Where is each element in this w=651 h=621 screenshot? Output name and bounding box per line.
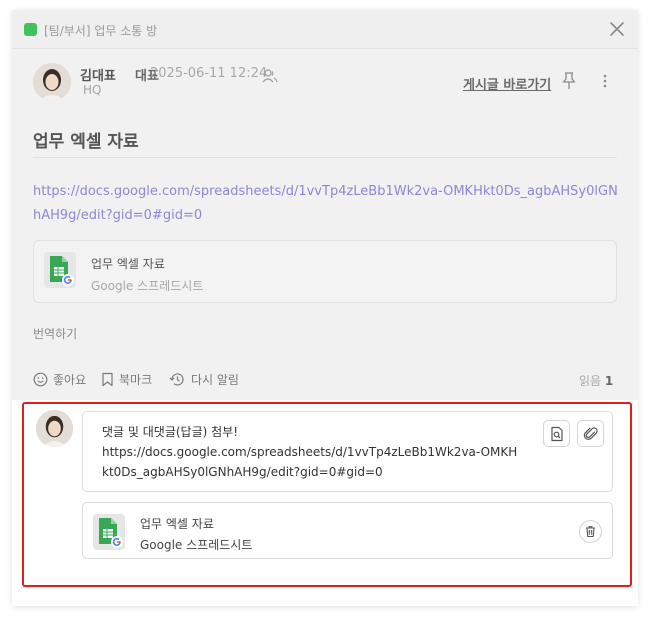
like-label: 좋아요 [53,373,87,387]
panel-header: [팀/부서] 업무 소통 방 [12,10,638,49]
post-attachment-card[interactable]: 업무 엑셀 자료 Google 스프레드시트 [33,240,617,303]
room-title: [팀/부서] 업무 소통 방 [44,24,158,38]
author-avatar[interactable] [33,63,71,101]
post-timestamp: 2025-06-11 12:24 [150,66,268,81]
readers-icon[interactable] [262,68,278,83]
close-icon [610,22,624,36]
read-number: 1 [604,374,614,388]
title-divider [33,157,617,158]
more-options-icon[interactable] [600,72,610,90]
bookmark-label: 북마크 [119,373,153,387]
highlight-box [22,402,632,587]
goto-post-link[interactable]: 게시글 바로가기 [463,74,551,93]
translate-link[interactable]: 번역하기 [33,325,77,342]
author-name[interactable]: 김대표 [80,65,116,84]
author-department: HQ [83,83,102,97]
pin-icon[interactable] [562,72,576,90]
close-button[interactable] [606,18,628,40]
room-color-dot [24,23,37,36]
remind-label: 다시 알림 [191,373,239,387]
post-title: 업무 엑셀 자료 [33,132,139,152]
like-button[interactable]: 좋아요 [33,371,86,388]
attachment-name: 업무 엑셀 자료 [91,257,165,271]
attachment-type: Google 스프레드시트 [91,279,204,293]
read-label: 읽음 [579,374,602,388]
read-count[interactable]: 읽음 1 [579,372,613,389]
bookmark-icon [102,372,113,387]
post-body-link[interactable]: https://docs.google.com/spreadsheets/d/1… [33,180,618,228]
google-sheets-icon [44,252,76,288]
smile-icon [33,372,48,387]
remind-button[interactable]: 다시 알림 [169,371,239,388]
remind-clock-icon [169,373,184,386]
bookmark-button[interactable]: 북마크 [101,371,152,388]
